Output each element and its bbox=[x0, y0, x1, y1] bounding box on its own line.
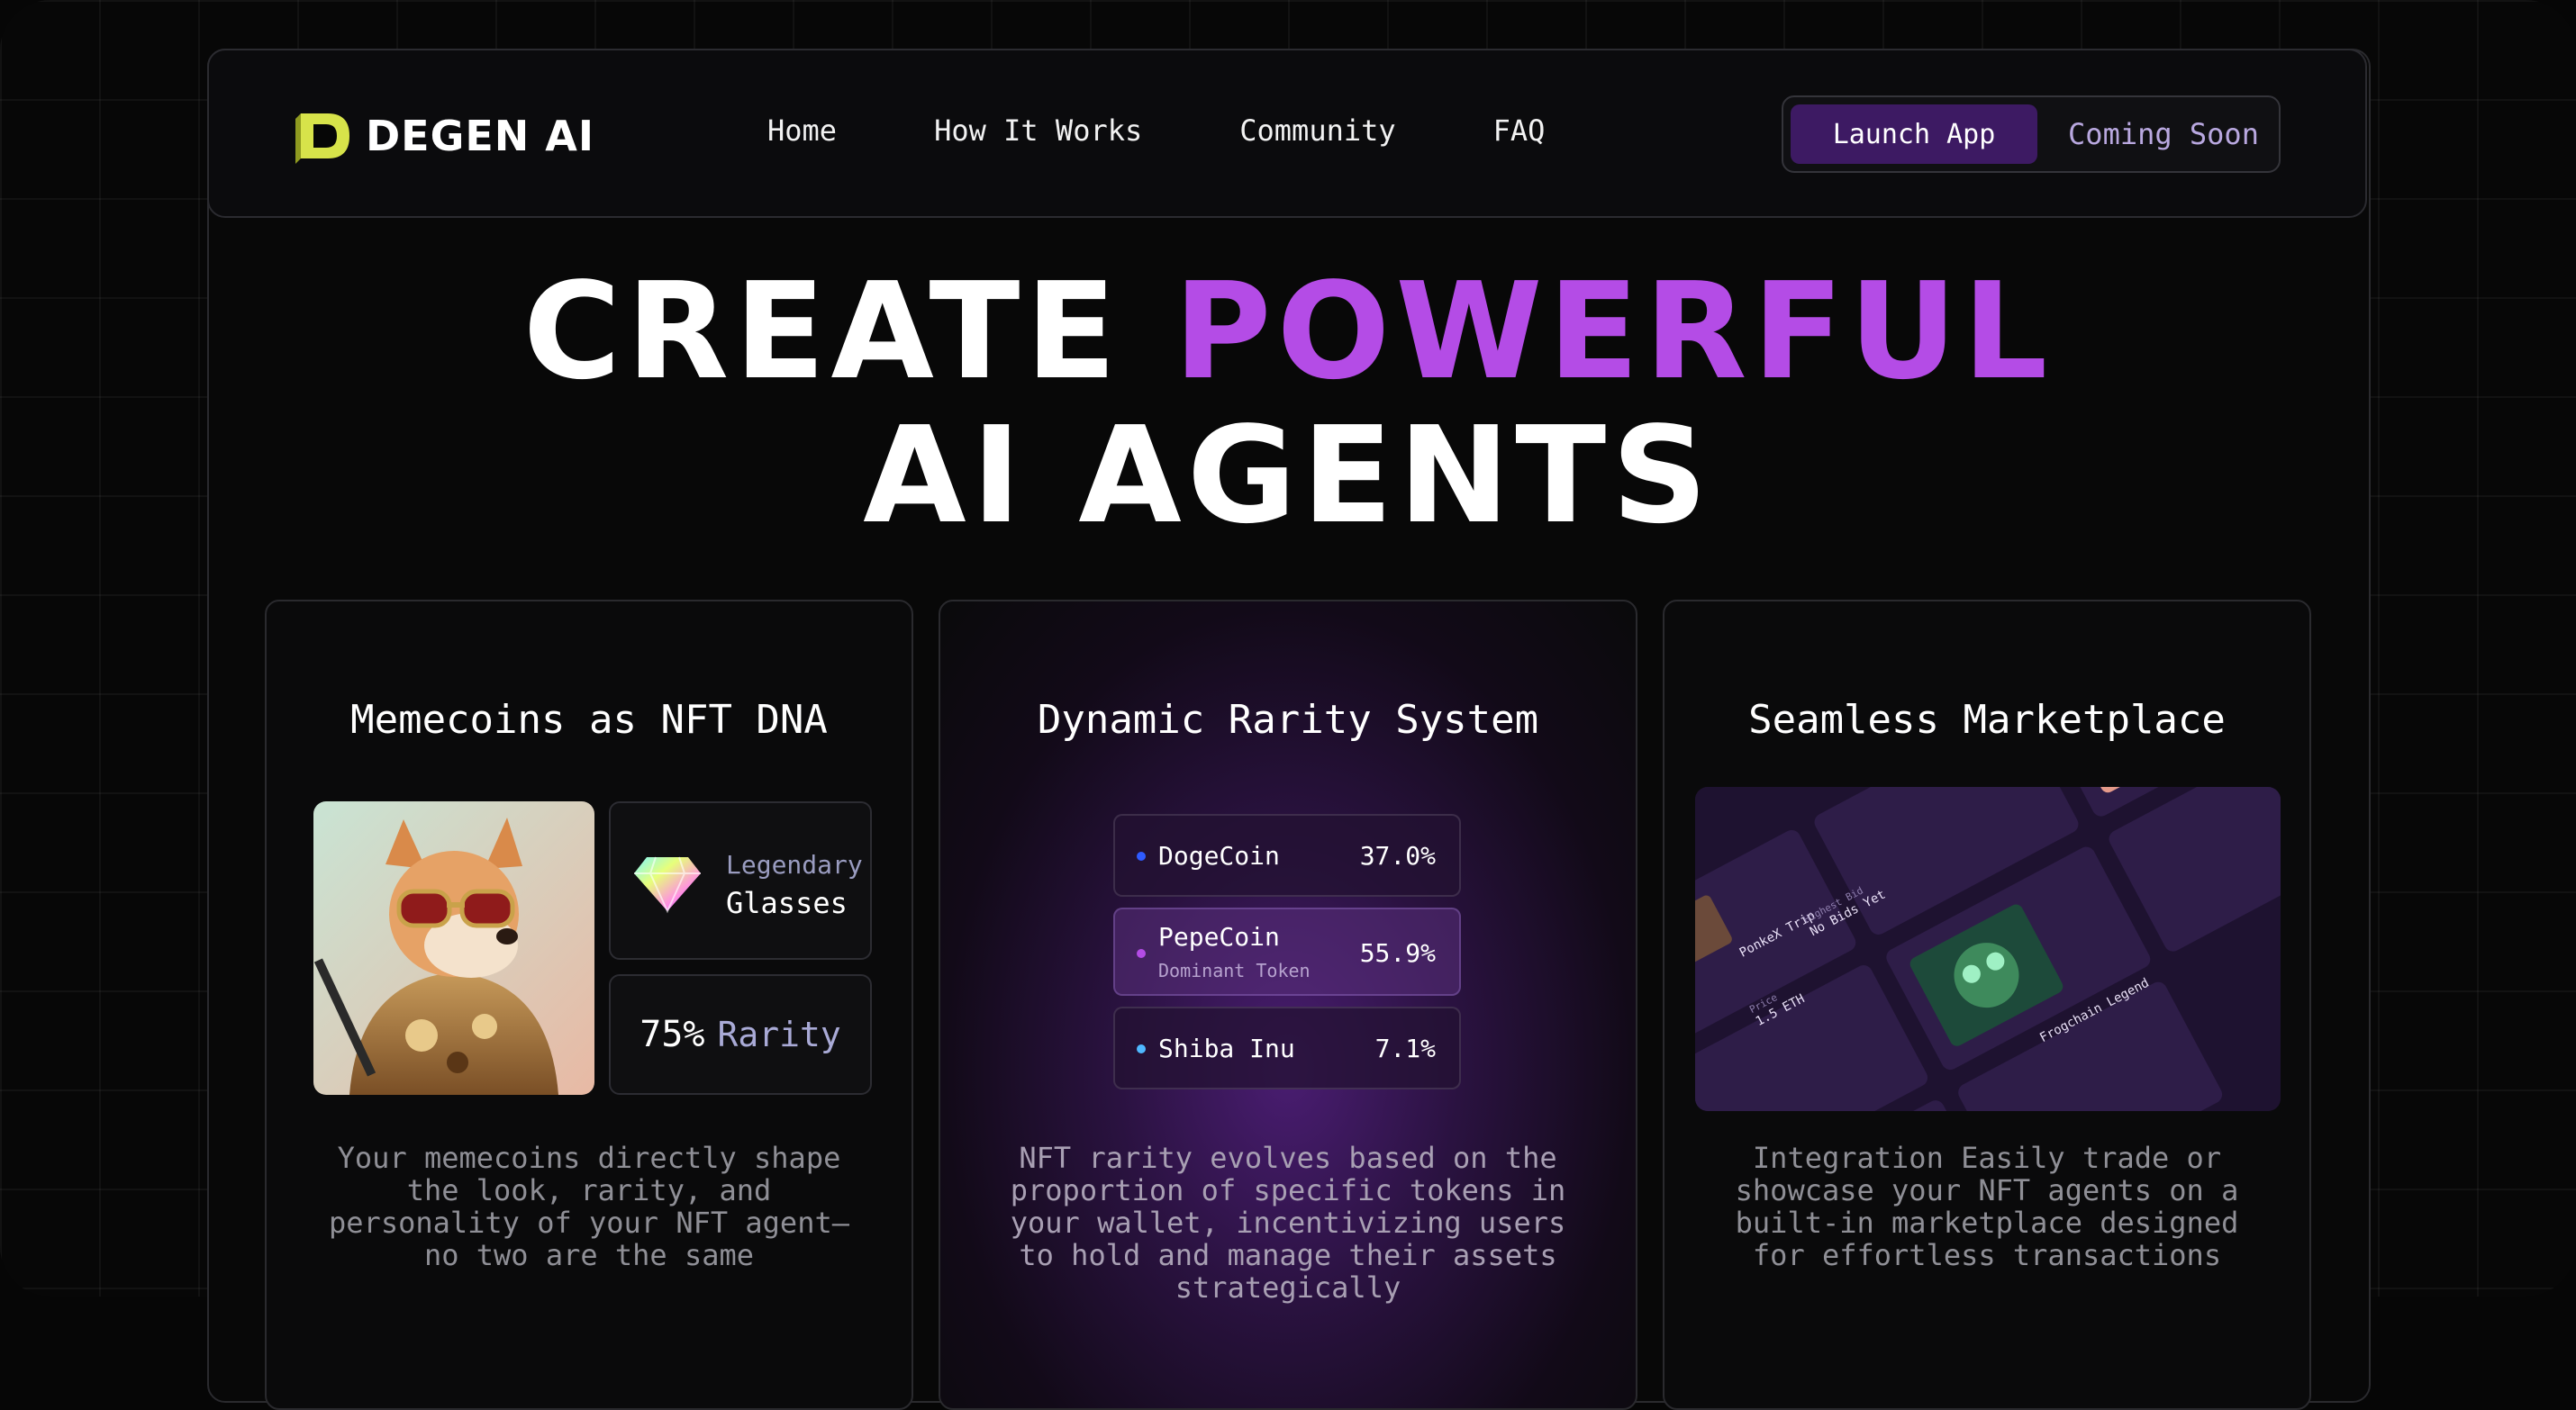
token-percent: 7.1% bbox=[1374, 1034, 1436, 1063]
token-dot bbox=[1137, 949, 1146, 958]
brand-logo[interactable]: DEGEN AI bbox=[295, 106, 594, 166]
diamond-icon bbox=[634, 856, 701, 914]
shiba-agent-image bbox=[313, 801, 594, 1095]
rarity-percent: 75% bbox=[639, 1014, 705, 1055]
rarity-label: Rarity bbox=[717, 1015, 841, 1054]
top-navbar: DEGEN AI Home How It Works Community FAQ… bbox=[207, 49, 2367, 218]
token-name: PepeCoin bbox=[1158, 922, 1280, 952]
hero-line-1: CREATE POWERFUL bbox=[0, 259, 2576, 403]
hero-headline: CREATE POWERFUL AI AGENTS bbox=[0, 259, 2576, 547]
card-title: Memecoins as NFT DNA bbox=[350, 697, 828, 743]
trait-tier: Legendary bbox=[726, 850, 863, 880]
card-description: Integration Easily trade or showcase you… bbox=[1735, 1141, 2239, 1272]
nav-home[interactable]: Home bbox=[767, 113, 837, 148]
feature-card-nft-dna: Memecoins as NFT DNA Legendary Glasses 7… bbox=[265, 600, 913, 1410]
cta-group: Launch App Coming Soon bbox=[1782, 95, 2281, 173]
token-dot bbox=[1137, 852, 1146, 861]
token-percent: 55.9% bbox=[1359, 938, 1436, 968]
card-description: NFT rarity evolves based on the proporti… bbox=[1010, 1141, 1566, 1305]
trait-name: Glasses bbox=[726, 886, 848, 920]
hero-word-create: CREATE bbox=[522, 254, 1122, 409]
rarity-box: 75% Rarity bbox=[609, 974, 872, 1095]
token-row-shiba-inu[interactable]: Shiba Inu 7.1% bbox=[1113, 1007, 1461, 1089]
nav-community[interactable]: Community bbox=[1239, 113, 1395, 148]
token-row-dogecoin[interactable]: DogeCoin 37.0% bbox=[1113, 814, 1461, 897]
token-row-pepecoin[interactable]: PepeCoin Dominant Token 55.9% bbox=[1113, 908, 1461, 996]
token-badge: Dominant Token bbox=[1158, 960, 1311, 981]
feature-card-rarity: Dynamic Rarity System DogeCoin 37.0% Pep… bbox=[939, 600, 1637, 1410]
nav-links: Home How It Works Community FAQ bbox=[767, 113, 1545, 148]
token-name: Shiba Inu bbox=[1158, 1034, 1295, 1063]
launch-app-button[interactable]: Launch App bbox=[1791, 104, 2037, 164]
hero-word-powerful: POWERFUL bbox=[1174, 254, 2054, 409]
token-dot bbox=[1137, 1044, 1146, 1053]
degen-logo-icon bbox=[295, 113, 349, 164]
token-name: DogeCoin bbox=[1158, 841, 1280, 871]
feature-card-marketplace: Seamless Marketplace PonkeX Trip Frogcha… bbox=[1663, 600, 2311, 1410]
nav-how-it-works[interactable]: How It Works bbox=[934, 113, 1142, 148]
card-description: Your memecoins directly shape the look, … bbox=[329, 1141, 849, 1272]
hero-line-2: AI AGENTS bbox=[863, 398, 1713, 553]
nav-faq[interactable]: FAQ bbox=[1493, 113, 1546, 148]
trait-box: Legendary Glasses bbox=[609, 801, 872, 960]
card-title: Seamless Marketplace bbox=[1748, 697, 2226, 743]
coming-soon-button[interactable]: Coming Soon bbox=[2054, 104, 2273, 164]
marketplace-preview-image: PonkeX Trip Frogchain Legend Highest Bid… bbox=[1695, 787, 2281, 1111]
brand-name: DEGEN AI bbox=[366, 112, 595, 160]
card-title: Dynamic Rarity System bbox=[1037, 697, 1539, 743]
token-percent: 37.0% bbox=[1359, 841, 1436, 871]
